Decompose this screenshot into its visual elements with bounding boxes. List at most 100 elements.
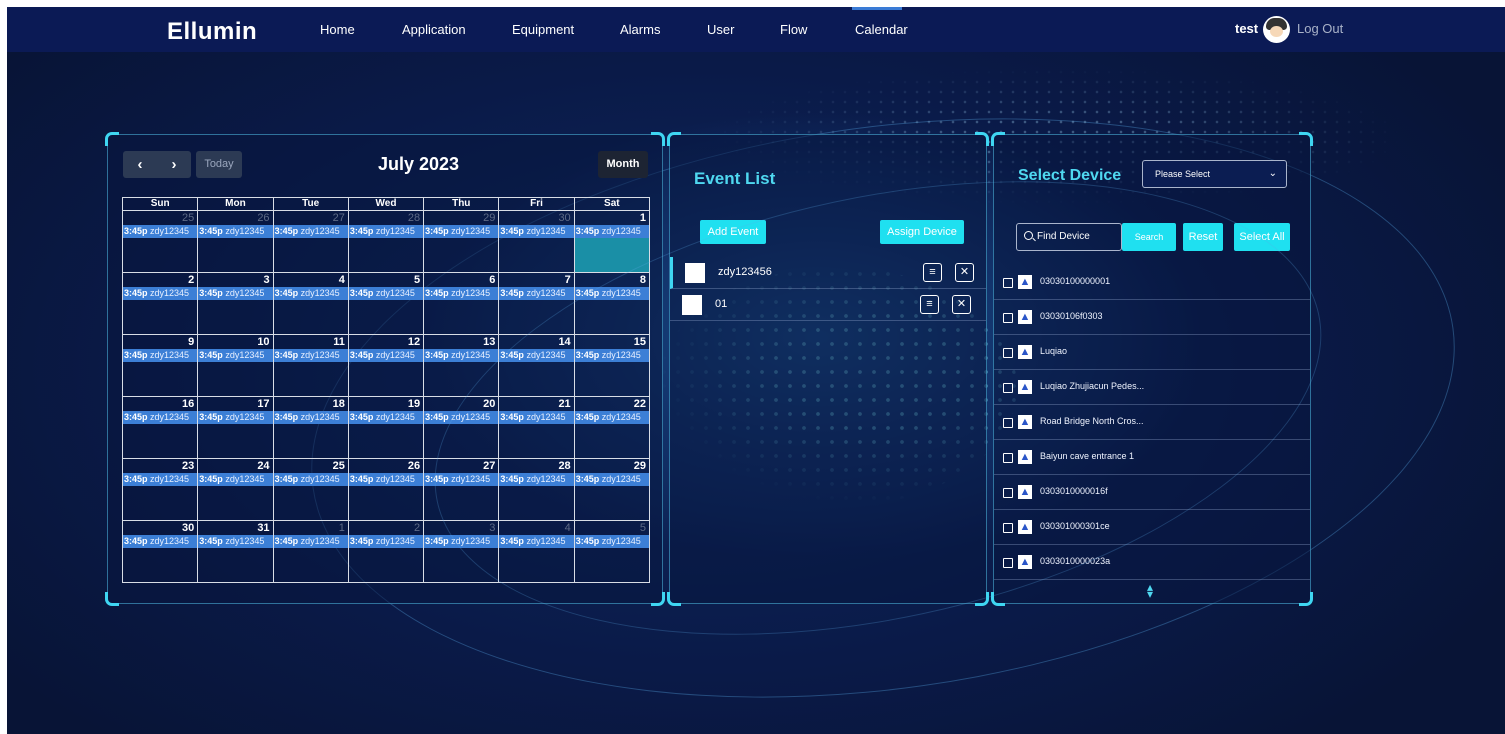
calendar-day-cell[interactable]: 27 3:45p zdy12345 xyxy=(424,459,500,521)
device-group-select[interactable]: Please Select ⌄ xyxy=(1142,160,1287,188)
calendar-event[interactable]: 3:45p zdy12345 xyxy=(198,473,273,486)
calendar-event[interactable]: 3:45p zdy12345 xyxy=(123,535,198,548)
calendar-event[interactable]: 3:45p zdy12345 xyxy=(273,411,348,424)
calendar-event[interactable]: 3:45p zdy12345 xyxy=(574,349,649,362)
device-row[interactable]: ▲ 03030106f0303 xyxy=(994,300,1310,335)
calendar-event[interactable]: 3:45p zdy12345 xyxy=(424,287,499,300)
calendar-event[interactable]: 3:45p zdy12345 xyxy=(348,287,424,300)
calendar-day-cell[interactable]: 20 3:45p zdy12345 xyxy=(424,397,500,459)
calendar-day-cell[interactable]: 30 3:45p zdy12345 xyxy=(499,211,575,273)
device-row[interactable]: ▲ Baiyun cave entrance 1 xyxy=(994,440,1310,475)
calendar-day-cell[interactable]: 1 3:45p zdy12345 xyxy=(273,521,349,583)
select-all-button[interactable]: Select All xyxy=(1234,223,1290,251)
nav-alarms[interactable]: Alarms xyxy=(620,22,660,37)
device-row[interactable]: ▲ 0303010000016f xyxy=(994,475,1310,510)
calendar-day-cell[interactable]: 10 3:45p zdy12345 xyxy=(198,335,274,397)
nav-application[interactable]: Application xyxy=(402,22,466,37)
close-icon[interactable]: ✕ xyxy=(952,295,971,314)
calendar-event[interactable]: 3:45p zdy12345 xyxy=(198,349,273,362)
edit-icon[interactable]: ≡ xyxy=(920,295,939,314)
calendar-day-cell[interactable]: 30 3:45p zdy12345 xyxy=(123,521,199,583)
avatar[interactable] xyxy=(1263,16,1290,43)
calendar-day-cell[interactable]: 18 3:45p zdy12345 xyxy=(273,397,349,459)
calendar-day-cell[interactable]: 3 3:45p zdy12345 xyxy=(198,273,274,335)
calendar-day-cell[interactable]: 3 3:45p zdy12345 xyxy=(424,521,500,583)
calendar-day-cell[interactable]: 2 3:45p zdy12345 xyxy=(123,273,199,335)
calendar-event[interactable]: 3:45p zdy12345 xyxy=(348,473,424,486)
calendar-day-cell[interactable]: 2 3:45p zdy12345 xyxy=(348,521,425,583)
calendar-event[interactable]: 3:45p zdy12345 xyxy=(424,473,499,486)
device-row[interactable]: ▲ 0303010000023a xyxy=(994,545,1310,580)
calendar-day-cell[interactable]: 23 3:45p zdy12345 xyxy=(123,459,199,521)
search-button[interactable]: Search xyxy=(1122,223,1176,251)
calendar-event[interactable]: 3:45p zdy12345 xyxy=(574,535,649,548)
month-view-button[interactable]: Month xyxy=(598,151,648,178)
nav-home[interactable]: Home xyxy=(320,22,355,37)
device-checkbox[interactable] xyxy=(1003,558,1013,568)
calendar-day-cell[interactable]: 25 3:45p zdy12345 xyxy=(123,211,199,273)
assign-device-button[interactable]: Assign Device xyxy=(880,220,964,244)
calendar-day-cell[interactable]: 22 3:45p zdy12345 xyxy=(574,397,650,459)
add-event-button[interactable]: Add Event xyxy=(700,220,766,244)
reset-button[interactable]: Reset xyxy=(1183,223,1223,251)
calendar-event[interactable]: 3:45p zdy12345 xyxy=(273,225,348,238)
calendar-day-cell[interactable]: 9 3:45p zdy12345 xyxy=(123,335,199,397)
edit-icon[interactable]: ≡ xyxy=(923,263,942,282)
calendar-day-cell[interactable]: 17 3:45p zdy12345 xyxy=(198,397,274,459)
calendar-event[interactable]: 3:45p zdy12345 xyxy=(424,535,499,548)
nav-flow[interactable]: Flow xyxy=(780,22,807,37)
calendar-event[interactable]: 3:45p zdy12345 xyxy=(198,535,273,548)
calendar-event[interactable]: 3:45p zdy12345 xyxy=(499,473,574,486)
device-row[interactable]: ▲ Luqiao xyxy=(994,335,1310,370)
chevron-right-icon[interactable]: › xyxy=(157,151,191,178)
calendar-day-cell[interactable]: 26 3:45p zdy12345 xyxy=(348,459,425,521)
sort-icon[interactable]: ▴ ▾ xyxy=(1147,581,1153,600)
calendar-day-cell[interactable]: 31 3:45p zdy12345 xyxy=(198,521,274,583)
calendar-event[interactable]: 3:45p zdy12345 xyxy=(348,349,424,362)
calendar-day-cell[interactable]: 25 3:45p zdy12345 xyxy=(273,459,349,521)
calendar-event[interactable]: 3:45p zdy12345 xyxy=(273,473,348,486)
calendar-day-cell[interactable]: 1 3:45p zdy12345 xyxy=(574,211,650,273)
calendar-event[interactable]: 3:45p zdy12345 xyxy=(574,473,649,486)
calendar-day-cell[interactable]: 21 3:45p zdy12345 xyxy=(499,397,575,459)
event-row[interactable]: zdy123456 ≡ ✕ xyxy=(670,257,986,289)
calendar-day-cell[interactable]: 5 3:45p zdy12345 xyxy=(348,273,425,335)
calendar-event[interactable]: 3:45p zdy12345 xyxy=(424,225,499,238)
calendar-day-cell[interactable]: 8 3:45p zdy12345 xyxy=(574,273,650,335)
calendar-event[interactable]: 3:45p zdy12345 xyxy=(198,287,273,300)
calendar-event[interactable]: 3:45p zdy12345 xyxy=(123,287,198,300)
logout-link[interactable]: Log Out xyxy=(1297,21,1343,36)
device-row[interactable]: ▲ 03030100000001 xyxy=(994,265,1310,300)
calendar-event[interactable]: 3:45p zdy12345 xyxy=(348,225,424,238)
device-row[interactable]: ▲ Luqiao Zhujiacun Pedes... xyxy=(994,370,1310,405)
calendar-event[interactable]: 3:45p zdy12345 xyxy=(348,411,424,424)
calendar-event[interactable]: 3:45p zdy12345 xyxy=(123,473,198,486)
calendar-day-cell[interactable]: 19 3:45p zdy12345 xyxy=(348,397,425,459)
calendar-day-cell[interactable]: 16 3:45p zdy12345 xyxy=(123,397,199,459)
calendar-day-cell[interactable]: 12 3:45p zdy12345 xyxy=(348,335,425,397)
chevron-left-icon[interactable]: ‹ xyxy=(123,151,157,178)
app-logo[interactable]: Ellumin xyxy=(167,18,257,46)
calendar-event[interactable]: 3:45p zdy12345 xyxy=(198,225,273,238)
calendar-day-cell[interactable]: 24 3:45p zdy12345 xyxy=(198,459,274,521)
nav-user[interactable]: User xyxy=(707,22,734,37)
nav-equipment[interactable]: Equipment xyxy=(512,22,574,37)
calendar-event[interactable]: 3:45p zdy12345 xyxy=(424,411,499,424)
calendar-event[interactable]: 3:45p zdy12345 xyxy=(123,225,198,238)
calendar-event[interactable]: 3:45p zdy12345 xyxy=(273,535,348,548)
calendar-day-cell[interactable]: 27 3:45p zdy12345 xyxy=(273,211,349,273)
device-checkbox[interactable] xyxy=(1003,523,1013,533)
calendar-day-cell[interactable]: 29 3:45p zdy12345 xyxy=(424,211,500,273)
device-checkbox[interactable] xyxy=(1003,348,1013,358)
calendar-event[interactable]: 3:45p zdy12345 xyxy=(499,411,574,424)
calendar-event[interactable]: 3:45p zdy12345 xyxy=(499,535,574,548)
calendar-day-cell[interactable]: 28 3:45p zdy12345 xyxy=(499,459,575,521)
calendar-day-cell[interactable]: 5 3:45p zdy12345 xyxy=(574,521,650,583)
device-checkbox[interactable] xyxy=(1003,488,1013,498)
calendar-event[interactable]: 3:45p zdy12345 xyxy=(424,349,499,362)
event-color-swatch[interactable] xyxy=(682,295,702,315)
calendar-event[interactable]: 3:45p zdy12345 xyxy=(499,349,574,362)
calendar-event[interactable]: 3:45p zdy12345 xyxy=(198,411,273,424)
find-device-input[interactable]: Find Device xyxy=(1016,223,1122,251)
device-checkbox[interactable] xyxy=(1003,278,1013,288)
